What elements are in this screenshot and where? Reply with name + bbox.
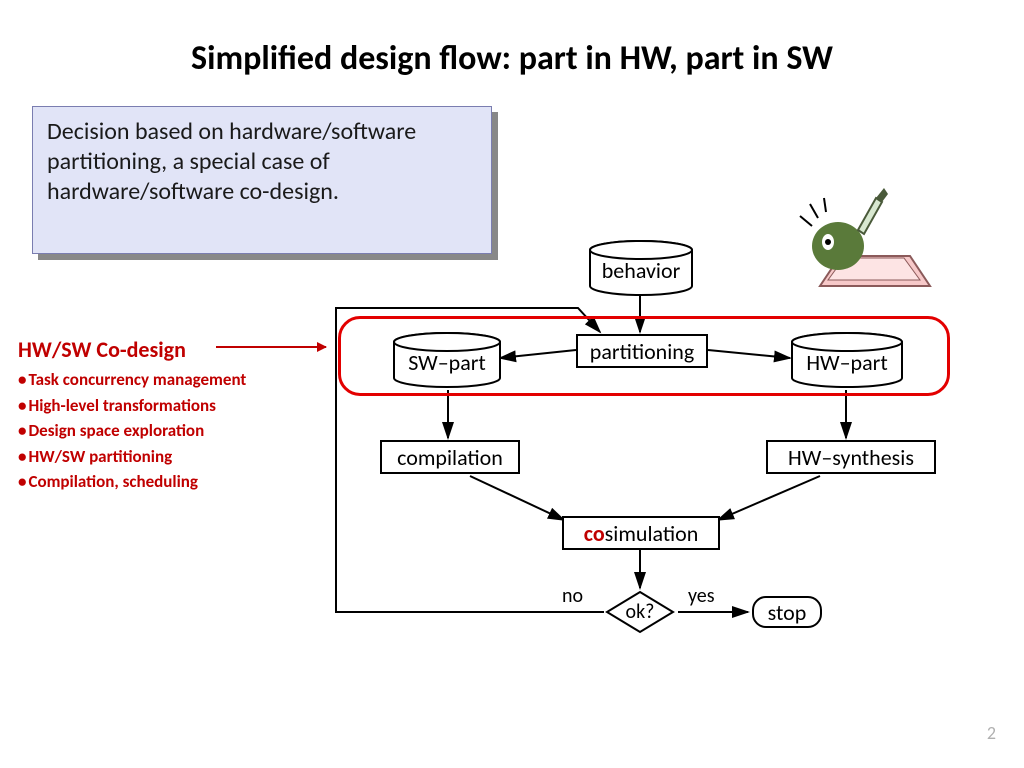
flowchart: behavior partitioning SW–part HW–part co… (300, 240, 1000, 720)
cosimulation-node: cosimulation (562, 516, 720, 550)
compilation-node: compilation (380, 440, 520, 474)
codesign-item: Design space exploration (18, 418, 318, 444)
page-number: 2 (987, 722, 996, 744)
hw-part-label: HW–part (790, 349, 904, 376)
behavior-label: behavior (588, 257, 694, 284)
sw-part-node: SW–part (392, 332, 502, 388)
sw-part-label: SW–part (392, 349, 502, 376)
ok-decision: ok? (605, 590, 675, 634)
simulation-label: simulation (605, 520, 699, 547)
flow-connectors (300, 240, 1000, 720)
codesign-item: High-level transformations (18, 393, 318, 419)
yes-label: yes (688, 584, 715, 608)
stop-node: stop (752, 596, 822, 628)
codesign-item: Compilation, scheduling (18, 469, 318, 495)
partitioning-node: partitioning (576, 334, 708, 368)
slide-title: Simplified design flow: part in HW, part… (0, 38, 1024, 79)
codesign-item: HW/SW partitioning (18, 444, 318, 470)
hw-part-node: HW–part (790, 332, 904, 388)
co-prefix: co (584, 520, 605, 547)
behavior-node: behavior (588, 240, 694, 296)
codesign-item: Task concurrency management (18, 367, 318, 393)
codesign-heading: HW/SW Co-design (18, 336, 318, 363)
ok-label: ok? (605, 600, 675, 624)
no-label: no (562, 584, 583, 608)
callout-box: Decision based on hardware/software part… (32, 106, 492, 254)
codesign-list: HW/SW Co-design Task concurrency managem… (18, 336, 318, 495)
hw-synthesis-node: HW–synthesis (766, 440, 936, 474)
